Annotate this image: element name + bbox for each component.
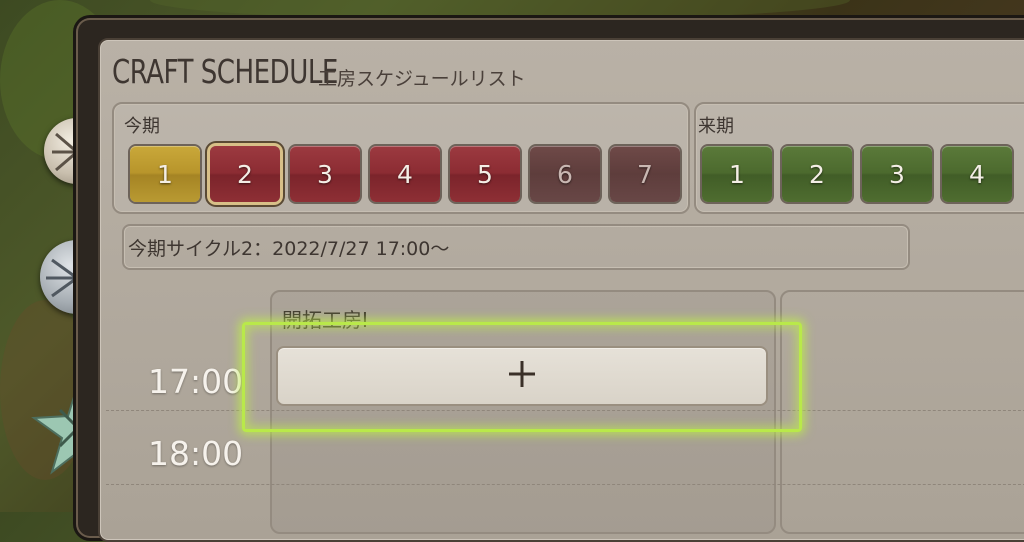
current-cycle-4-button[interactable]: 4 <box>370 146 440 202</box>
next-cycle-4-button[interactable]: 4 <box>942 146 1012 202</box>
cycle-info-text: 今期サイクル2：2022/7/27 17:00～ <box>128 238 450 260</box>
cycle-number: 6 <box>557 159 573 189</box>
window-subtitle: 工房スケジュールリスト <box>318 68 526 90</box>
next-cycle-3-button[interactable]: 3 <box>862 146 932 202</box>
cycle-number: 2 <box>237 159 253 189</box>
add-schedule-slot-button[interactable] <box>276 346 768 406</box>
cycle-number: 3 <box>317 159 333 189</box>
cycle-number: 4 <box>969 159 985 189</box>
time-label-18: 18:00 <box>148 434 244 473</box>
current-cycle-1-button[interactable]: 1 <box>130 146 200 202</box>
workshop-column-2 <box>780 290 1024 534</box>
cycle-number: 4 <box>397 159 413 189</box>
cycle-number: 5 <box>477 159 493 189</box>
window-title: CRAFT SCHEDULE <box>112 52 338 92</box>
plus-icon <box>509 361 535 387</box>
current-period-label: 今期 <box>124 116 160 137</box>
cycle-number: 2 <box>809 159 825 189</box>
current-cycle-2-button[interactable]: 2 <box>210 146 280 202</box>
cycle-number: 3 <box>889 159 905 189</box>
cycle-number: 1 <box>729 159 745 189</box>
cycle-number: 1 <box>157 159 173 189</box>
next-cycle-2-button[interactable]: 2 <box>782 146 852 202</box>
next-period-label: 来期 <box>698 116 734 137</box>
cycle-number: 7 <box>637 159 653 189</box>
time-label-17: 17:00 <box>148 362 244 401</box>
hour-divider <box>106 484 1024 485</box>
current-cycle-3-button[interactable]: 3 <box>290 146 360 202</box>
current-cycle-7-button[interactable]: 7 <box>610 146 680 202</box>
current-cycle-5-button[interactable]: 5 <box>450 146 520 202</box>
current-cycle-6-button[interactable]: 6 <box>530 146 600 202</box>
next-cycle-1-button[interactable]: 1 <box>702 146 772 202</box>
